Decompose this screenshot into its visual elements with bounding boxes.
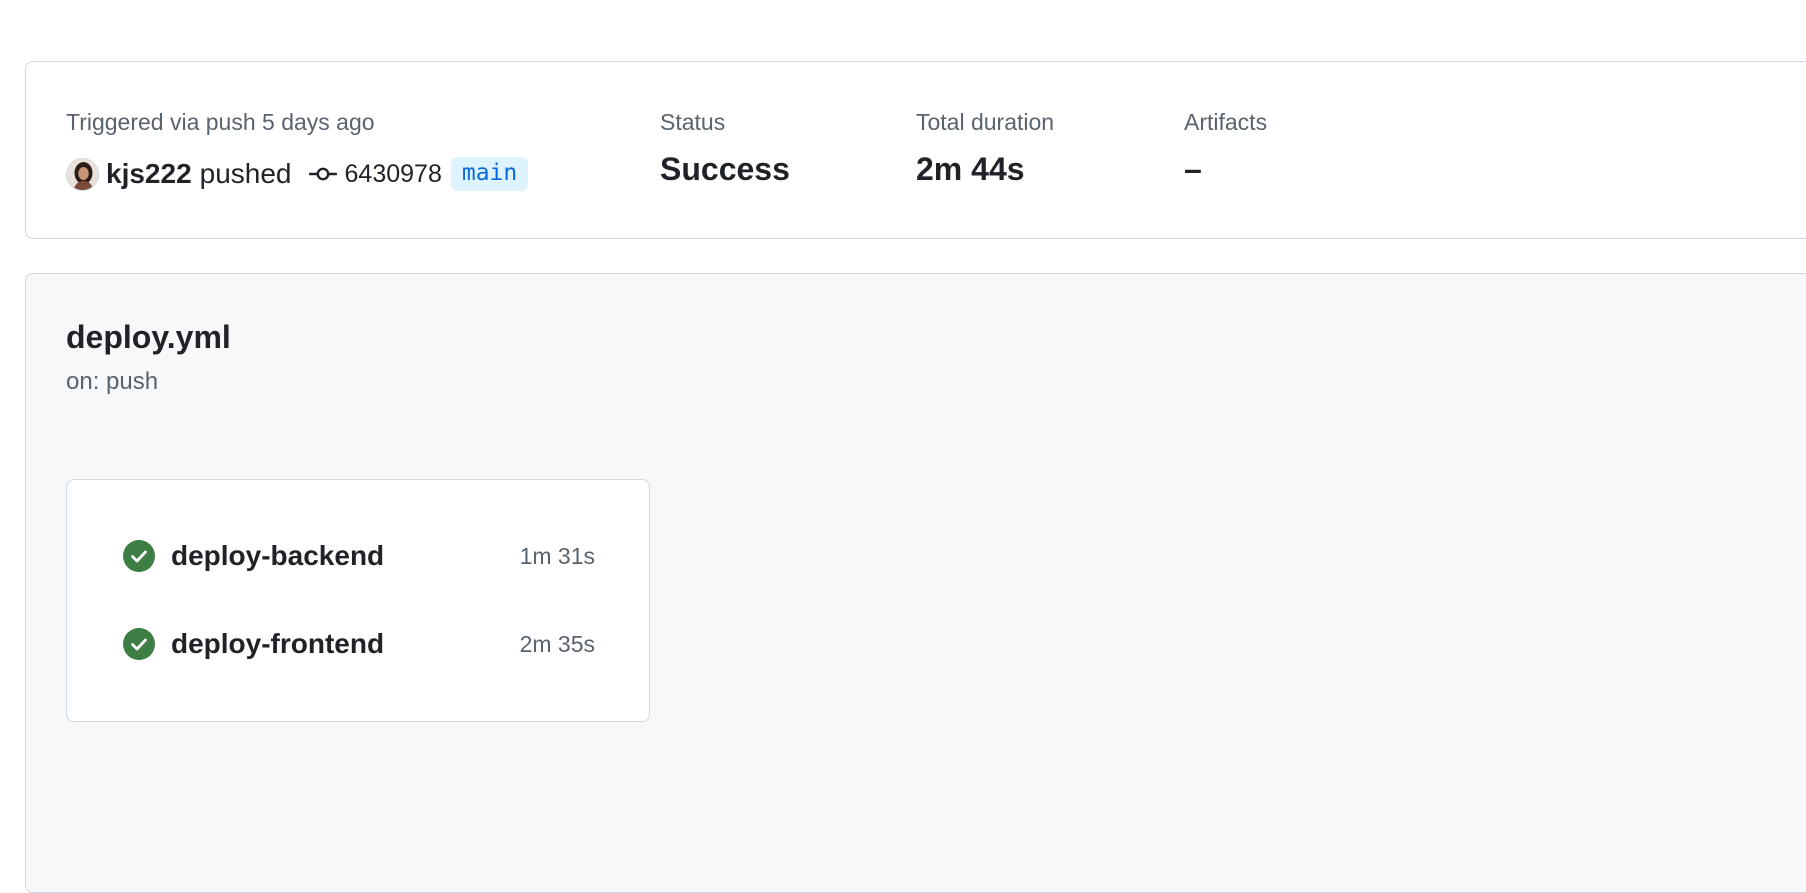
branch-label[interactable]: main (450, 157, 529, 191)
check-circle-fill-icon (123, 540, 155, 572)
job-row-deploy-frontend[interactable]: deploy-frontend 2m 35s (123, 624, 595, 664)
workflow-file-name[interactable]: deploy.yml (66, 319, 231, 356)
commit-sha-link[interactable]: 6430978 (345, 160, 442, 189)
jobs-card: deploy-backend 1m 31s deploy-frontend 2m… (66, 479, 650, 722)
check-circle-fill-icon (123, 628, 155, 660)
job-name: deploy-backend (171, 540, 385, 571)
avatar-icon (67, 158, 98, 190)
duration-value: 2m 44s (916, 151, 1025, 187)
user-avatar[interactable] (66, 157, 99, 191)
workflow-trigger: on: push (66, 368, 159, 395)
job-row-deploy-backend[interactable]: deploy-backend 1m 31s (123, 536, 595, 576)
run-summary-card: Triggered via push 5 days ago kjs222 pus… (25, 61, 1806, 239)
job-duration: 1m 31s (519, 542, 595, 569)
job-duration: 2m 35s (519, 630, 595, 657)
status-label: Status (660, 109, 726, 135)
workflow-graph-panel: deploy.yml on: push deploy-backend 1m 31… (25, 273, 1806, 893)
status-value: Success (660, 151, 790, 187)
git-commit-icon (308, 167, 337, 181)
artifacts-value: – (1184, 151, 1202, 187)
action-text: pushed (199, 158, 292, 189)
trigger-text: Triggered via push 5 days ago (66, 109, 375, 135)
duration-label: Total duration (916, 109, 1055, 135)
trigger-details: kjs222 pushed 6430978 main (66, 154, 529, 194)
artifacts-label: Artifacts (1184, 109, 1268, 135)
job-name: deploy-frontend (171, 628, 385, 659)
actor-username[interactable]: kjs222 (106, 158, 192, 190)
